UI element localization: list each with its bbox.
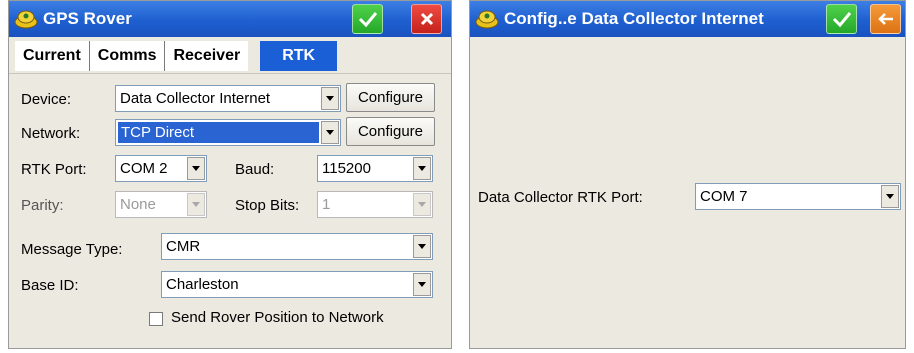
base-id-label: Base ID: [21,277,79,294]
device-value: Data Collector Internet [120,90,271,107]
network-configure-button[interactable]: Configure [346,117,435,146]
network-label: Network: [21,125,81,142]
dropdown-arrow-icon [413,157,431,180]
base-id-dropdown[interactable]: Charleston [161,271,433,298]
close-button[interactable] [411,4,442,34]
dropdown-arrow-icon [187,193,205,216]
rtk-port-label: Data Collector RTK Port: [478,189,643,206]
dropdown-arrow-icon [321,121,339,144]
gps-rover-icon [14,10,38,29]
baud-label: Baud: [235,161,275,178]
ok-button[interactable] [826,4,857,34]
rtk-port-label: RTK Port: [21,161,87,178]
title-bar: GPS Rover [9,1,451,37]
checkmark-icon [832,12,851,28]
network-dropdown[interactable]: TCP Direct [115,119,341,146]
message-type-label: Message Type: [21,241,123,258]
tab-current[interactable]: Current [15,41,90,71]
baud-value: 115200 [322,160,371,177]
device-configure-button[interactable]: Configure [346,83,435,112]
gps-rover-window: GPS Rover Current Comms Receiver RTK Dev… [8,0,452,349]
stop-bits-label: Stop Bits: [235,197,300,214]
parity-label: Parity: [21,197,64,214]
stop-bits-value: 1 [322,196,331,213]
tab-bar: Current Comms Receiver RTK [15,41,338,71]
base-id-value: Charleston [166,276,239,293]
rtk-port-value: COM 2 [120,160,168,177]
baud-dropdown[interactable]: 115200 [317,155,433,182]
parity-dropdown: None [115,191,207,218]
network-value: TCP Direct [118,122,319,143]
rtk-port-dropdown[interactable]: COM 2 [115,155,207,182]
device-dropdown[interactable]: Data Collector Internet [115,85,341,112]
tab-divider [9,73,451,74]
message-type-value: CMR [166,238,201,255]
device-label: Device: [21,91,72,108]
back-button[interactable] [870,4,901,34]
send-position-label[interactable]: Send Rover Position to Network [171,309,384,327]
gps-rover-icon [475,10,499,29]
config-data-collector-window: Config..e Data Collector Internet Data C… [469,0,906,349]
window-title: Config..e Data Collector Internet [504,9,764,28]
checkmark-icon [358,12,377,28]
parity-value: None [120,196,156,213]
tab-rtk[interactable]: RTK [260,41,338,71]
tab-comms[interactable]: Comms [89,41,166,71]
rtk-port-dropdown[interactable]: COM 7 [695,183,901,210]
ok-button[interactable] [352,4,383,34]
close-icon [420,12,433,26]
stop-bits-dropdown: 1 [317,191,433,218]
dropdown-arrow-icon [413,273,431,296]
send-position-checkbox[interactable] [149,312,163,326]
title-bar: Config..e Data Collector Internet [470,1,905,37]
message-type-dropdown[interactable]: CMR [161,233,433,260]
tab-receiver[interactable]: Receiver [165,41,249,71]
dropdown-arrow-icon [187,157,205,180]
back-arrow-icon [877,13,893,25]
dropdown-arrow-icon [413,235,431,258]
dropdown-arrow-icon [881,185,899,208]
dropdown-arrow-icon [321,87,339,110]
dropdown-arrow-icon [413,193,431,216]
window-title: GPS Rover [43,9,132,28]
rtk-port-value: COM 7 [700,188,748,205]
